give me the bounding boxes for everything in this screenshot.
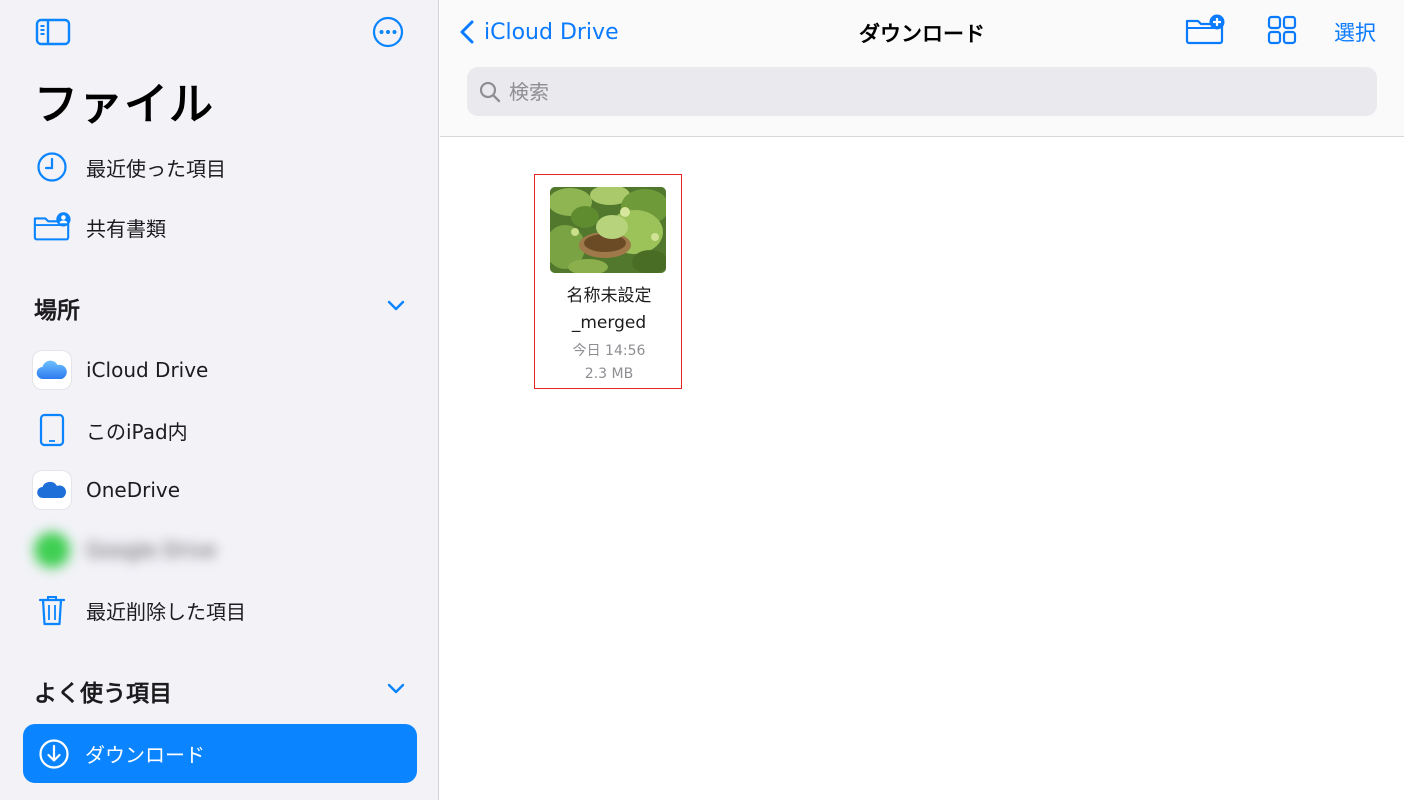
sidebar-item-label: 最近使った項目 xyxy=(86,156,226,181)
chevron-down-icon xyxy=(386,680,406,699)
sidebar-item-label: Google Drive xyxy=(86,538,217,562)
new-folder-icon xyxy=(1184,14,1226,50)
file-thumbnail xyxy=(550,187,666,273)
grid-icon xyxy=(1267,15,1297,49)
sidebar-item-recents[interactable]: 最近使った項目 xyxy=(0,139,439,195)
app-icon xyxy=(32,530,72,570)
back-button[interactable]: iCloud Drive xyxy=(454,14,619,50)
sidebar-item-blurred-location[interactable]: Google Drive xyxy=(0,522,439,578)
sidebar-item-label: 最近削除した項目 xyxy=(86,599,246,624)
sidebar-item-icloud-drive[interactable]: iCloud Drive xyxy=(0,342,439,398)
search-input[interactable] xyxy=(509,79,1349,104)
page-title: ダウンロード xyxy=(859,22,985,46)
sidebar-item-label: 共有書類 xyxy=(86,216,166,241)
sidebar: ファイル 最近使った項目 共有書類 場所 iCloud Drive このiPad… xyxy=(0,0,439,800)
section-header-favorites: よく使う項目 xyxy=(34,681,172,707)
ipad-icon xyxy=(32,410,72,450)
chevron-left-icon xyxy=(454,17,480,47)
trash-icon xyxy=(32,590,72,630)
sidebar-toggle-button[interactable] xyxy=(33,14,73,54)
select-button[interactable]: 選択 xyxy=(1330,12,1380,52)
shared-folder-icon xyxy=(32,207,72,247)
main-content: iCloud Drive ダウンロード 選択 検索 名称未設定 _merged … xyxy=(440,0,1404,800)
download-circle-icon xyxy=(37,737,71,771)
file-item[interactable]: 名称未設定 _merged 今日 14:56 2.3 MB xyxy=(534,174,682,389)
sidebar-item-downloads[interactable]: ダウンロード xyxy=(23,724,417,783)
sidebar-item-label: ダウンロード xyxy=(85,743,205,767)
sidebar-item-label: OneDrive xyxy=(86,478,181,502)
file-name: 名称未設定 _merged xyxy=(535,283,683,337)
sidebar-item-recently-deleted[interactable]: 最近削除した項目 xyxy=(0,582,439,638)
new-folder-button[interactable] xyxy=(1182,12,1228,52)
favorites-collapse-button[interactable] xyxy=(384,677,408,701)
section-header-locations: 場所 xyxy=(34,298,80,324)
clock-icon xyxy=(32,147,72,187)
search-bar xyxy=(467,67,1377,116)
sidebar-title: ファイル xyxy=(34,79,214,130)
ellipsis-circle-icon xyxy=(372,16,404,52)
chevron-down-icon xyxy=(386,297,406,316)
sidebar-item-shared[interactable]: 共有書類 xyxy=(0,199,439,255)
file-size: 2.3 MB xyxy=(584,366,634,382)
sidebar-toggle-icon xyxy=(35,18,71,50)
view-grid-button[interactable] xyxy=(1264,12,1300,52)
file-name-line2: _merged xyxy=(571,313,647,333)
onedrive-icon xyxy=(32,470,72,510)
sidebar-item-onedrive[interactable]: OneDrive xyxy=(0,462,439,518)
locations-collapse-button[interactable] xyxy=(384,294,408,318)
icloud-icon xyxy=(32,350,72,390)
sidebar-item-label: iCloud Drive xyxy=(86,358,209,382)
toolbar: iCloud Drive ダウンロード 選択 xyxy=(440,0,1404,137)
back-button-label: iCloud Drive xyxy=(484,19,619,45)
file-date: 今日 14:56 xyxy=(572,343,646,359)
file-name-line1: 名称未設定 xyxy=(566,286,652,306)
sidebar-item-label: このiPad内 xyxy=(86,419,188,444)
search-icon xyxy=(475,77,505,107)
more-options-button[interactable] xyxy=(368,14,408,54)
sidebar-item-on-my-ipad[interactable]: このiPad内 xyxy=(0,402,439,458)
